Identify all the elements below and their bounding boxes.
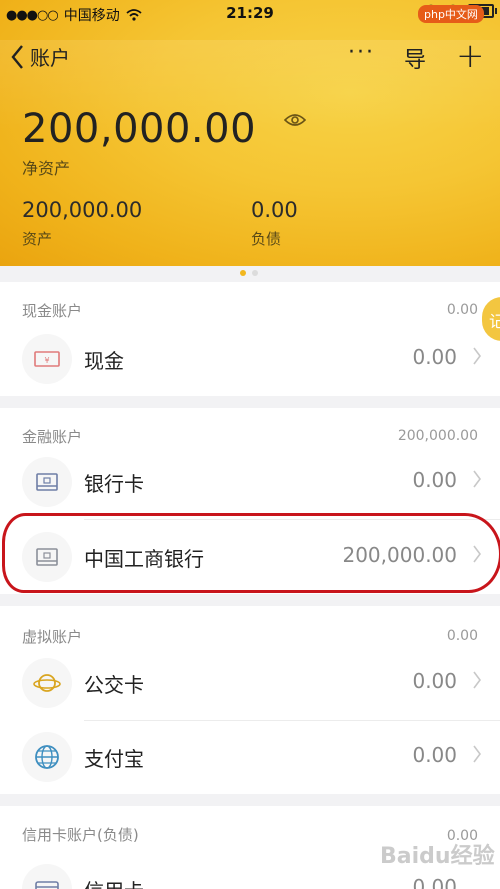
account-row-cash[interactable]: ¥ 现金 0.00 [0, 322, 500, 396]
section-total: 200,000.00 [397, 428, 478, 444]
back-button[interactable]: 账户 [10, 42, 70, 71]
chevron-right-icon [473, 347, 481, 365]
account-name: 公交卡 [84, 673, 144, 697]
account-balance: 0.00 [412, 468, 457, 492]
cash-accounts-section: 现金账户 0.00 ¥ 现金 0.00 [0, 282, 500, 396]
account-balance: 0.00 [412, 669, 457, 693]
assets-label: 资产 [22, 230, 53, 248]
net-assets-label: 净资产 [22, 159, 71, 178]
account-row-alipay[interactable]: 支付宝 0.00 [0, 720, 500, 794]
guide-button[interactable]: 导 [404, 42, 426, 74]
section-total: 0.00 [446, 302, 478, 318]
section-title: 现金账户 [22, 302, 83, 320]
virtual-accounts-section: 虚拟账户 0.00 公交卡 0.00 支付宝 0.00 [0, 606, 500, 794]
account-row-bank-card[interactable]: 银行卡 0.00 [0, 445, 500, 519]
account-row-transit-card[interactable]: 公交卡 0.00 [0, 646, 500, 720]
chevron-right-icon [473, 671, 481, 689]
account-name: 银行卡 [84, 472, 144, 496]
chevron-left-icon [11, 44, 23, 69]
status-bar: ●●●○○ 中国移动 21:29 php中文网 [0, 0, 500, 28]
eye-visibility-icon[interactable] [284, 113, 306, 127]
account-name: 信用卡 [84, 875, 144, 889]
account-name: 现金 [84, 349, 124, 373]
page-dot-active [240, 270, 246, 276]
red-highlight-annotation [2, 513, 500, 593]
cash-icon: ¥ [22, 334, 72, 384]
account-name: 支付宝 [84, 747, 144, 771]
debt-label: 负债 [251, 230, 282, 248]
debt-value: 0.00 [251, 198, 298, 222]
svg-text:¥: ¥ [44, 356, 49, 365]
page-dot [252, 270, 258, 276]
page-title: 账户 [30, 46, 70, 70]
bank-card-icon [22, 457, 72, 507]
add-account-button[interactable]: + [456, 36, 485, 76]
php-watermark-badge: php中文网 [418, 5, 484, 23]
section-title: 信用卡账户(负债) [22, 826, 139, 844]
section-title: 虚拟账户 [22, 628, 83, 646]
top-nav: 账户 ··· 导 + [0, 34, 500, 80]
chevron-right-icon [473, 745, 481, 763]
side-tab-label: 记 [489, 312, 500, 331]
planet-icon [22, 658, 72, 708]
credit-card-icon [22, 864, 72, 889]
net-assets-value: 200,000.00 [22, 106, 257, 152]
globe-icon [22, 732, 72, 782]
section-title: 金融账户 [22, 428, 83, 446]
account-balance: 0.00 [412, 875, 457, 889]
assets-value: 200,000.00 [22, 198, 143, 222]
baidu-watermark: Baidu经验 [380, 844, 495, 869]
page-indicator [240, 270, 258, 276]
account-balance: 0.00 [412, 345, 457, 369]
account-balance: 0.00 [412, 743, 457, 767]
chevron-right-icon [473, 470, 481, 488]
more-button[interactable]: ··· [348, 40, 375, 65]
section-total: 0.00 [446, 628, 478, 644]
